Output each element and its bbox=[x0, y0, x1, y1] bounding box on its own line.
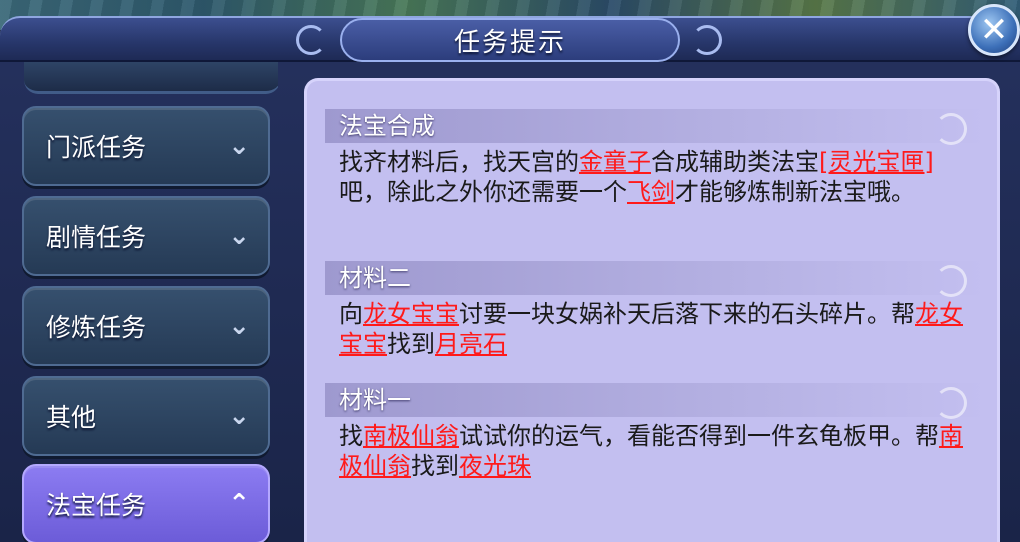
section-header: 法宝合成 bbox=[325, 109, 985, 145]
highlight-link[interactable]: 夜光珠 bbox=[459, 452, 531, 480]
chevron-up-icon: ⌃ bbox=[228, 489, 250, 519]
task-section: 材料二 向龙女宝宝讨要一块女娲补天后落下来的石头碎片。帮龙女宝宝找到月亮石 bbox=[325, 261, 985, 359]
chevron-down-icon: ⌄ bbox=[228, 221, 250, 251]
body-text: 找到 bbox=[387, 330, 435, 358]
body-text: 吧，除此之外你还需要一个 bbox=[339, 178, 627, 206]
body-text: 合成辅助类法宝 bbox=[651, 148, 819, 176]
chevron-down-icon: ⌄ bbox=[228, 311, 250, 341]
swirl-ornament-right bbox=[692, 25, 722, 55]
menu-item-sect-tasks[interactable]: 门派任务 ⌄ bbox=[22, 106, 270, 186]
task-section: 材料一 找南极仙翁试试你的运气，看能否得到一件玄龟板甲。帮南极仙翁找到夜光珠 bbox=[325, 383, 985, 481]
body-text: 找齐材料后，找天宫的 bbox=[339, 148, 579, 176]
menu-item-label: 其他 bbox=[46, 403, 97, 432]
close-button[interactable]: ✕ bbox=[968, 4, 1020, 56]
body-text: 向 bbox=[339, 300, 363, 328]
task-detail-panel: 法宝合成 找齐材料后，找天宫的金童子合成辅助类法宝[灵光宝匣] 吧，除此之外你还需… bbox=[304, 78, 1000, 542]
body-text: 找 bbox=[339, 422, 363, 450]
task-category-menu: 门派任务 ⌄ 剧情任务 ⌄ 修炼任务 ⌄ 其他 ⌄ 法宝任务 ⌃ bbox=[14, 62, 278, 542]
highlight-link[interactable]: 金童子 bbox=[579, 148, 651, 176]
body-text: 讨要一块女娲补天后落下来的石头碎片。帮 bbox=[459, 300, 915, 328]
body-text: 试试你的运气，看能否得到一件玄龟板甲。帮 bbox=[459, 422, 939, 450]
menu-item-label: 法宝任务 bbox=[46, 491, 147, 520]
section-body: 找齐材料后，找天宫的金童子合成辅助类法宝[灵光宝匣] 吧，除此之外你还需要一个飞剑… bbox=[325, 143, 985, 207]
swirl-ornament-left bbox=[296, 25, 326, 55]
menu-item-label: 修炼任务 bbox=[46, 313, 147, 342]
body-text: 才能够炼制新法宝哦。 bbox=[675, 178, 915, 206]
menu-item-cultivation-tasks[interactable]: 修炼任务 ⌄ bbox=[22, 286, 270, 366]
chevron-down-icon: ⌄ bbox=[228, 401, 250, 431]
section-body: 找南极仙翁试试你的运气，看能否得到一件玄龟板甲。帮南极仙翁找到夜光珠 bbox=[325, 417, 985, 481]
highlight-link[interactable]: 月亮石 bbox=[435, 330, 507, 358]
section-header: 材料二 bbox=[325, 261, 985, 297]
menu-item-label: 门派任务 bbox=[46, 133, 147, 162]
window-title: 任务提示 bbox=[340, 18, 680, 62]
highlight-link[interactable]: 飞剑 bbox=[627, 178, 675, 206]
highlight-link[interactable]: 南极仙翁 bbox=[363, 422, 459, 450]
task-section: 法宝合成 找齐材料后，找天宫的金童子合成辅助类法宝[灵光宝匣] 吧，除此之外你还需… bbox=[325, 109, 985, 207]
body-text: 找到 bbox=[411, 452, 459, 480]
section-body: 向龙女宝宝讨要一块女娲补天后落下来的石头碎片。帮龙女宝宝找到月亮石 bbox=[325, 295, 985, 359]
menu-item-label: 剧情任务 bbox=[46, 223, 147, 252]
highlight-link[interactable]: 龙女宝宝 bbox=[363, 300, 459, 328]
menu-item-treasure-tasks[interactable]: 法宝任务 ⌃ bbox=[22, 464, 270, 542]
highlight-link[interactable]: [灵光宝匣] bbox=[819, 148, 934, 176]
section-header: 材料一 bbox=[325, 383, 985, 419]
menu-item-other[interactable]: 其他 ⌄ bbox=[22, 376, 270, 456]
menu-item-partial[interactable] bbox=[24, 62, 278, 94]
menu-item-story-tasks[interactable]: 剧情任务 ⌄ bbox=[22, 196, 270, 276]
chevron-down-icon: ⌄ bbox=[228, 131, 250, 161]
